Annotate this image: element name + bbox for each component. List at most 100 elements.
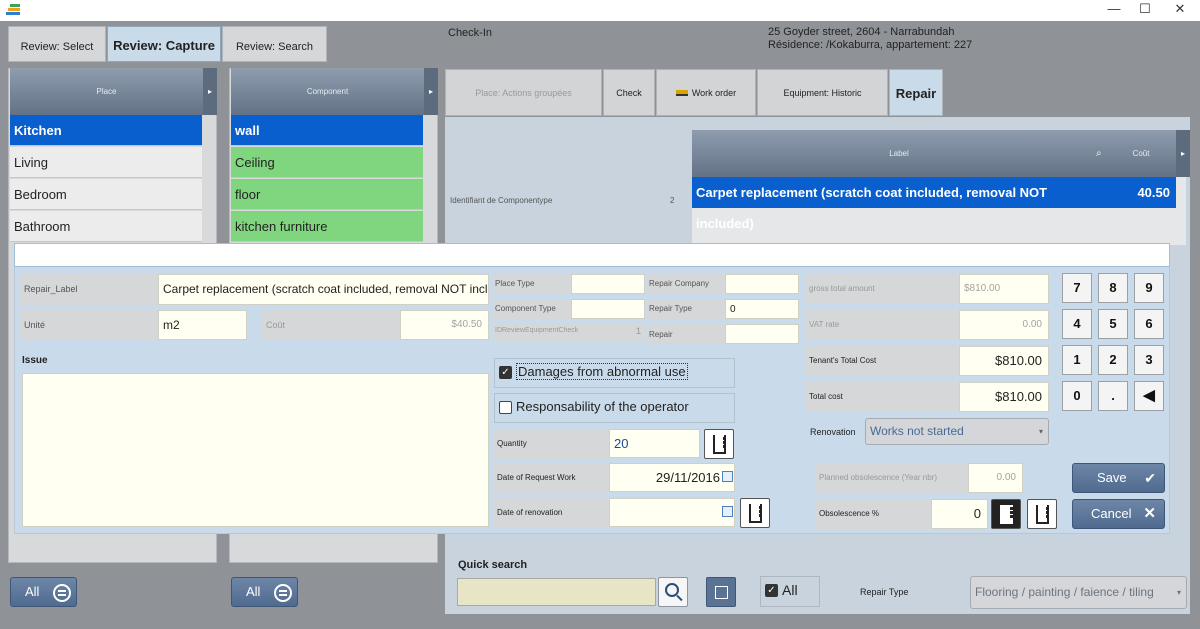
grid-row-cost[interactable]: 40.50 xyxy=(1106,177,1176,208)
unite-field[interactable]: m2 xyxy=(158,310,247,340)
repair-label-label: Repair_Label xyxy=(24,284,78,294)
planned-field: 0.00 xyxy=(968,463,1023,493)
obsolescence-cell: Obsolescence % xyxy=(816,499,931,529)
edit-button[interactable] xyxy=(706,577,736,607)
place-type-label: Place Type xyxy=(495,279,535,288)
cout-field: $40.50 xyxy=(400,310,489,340)
repair-company-cell: Repair Company xyxy=(647,274,725,294)
quantity-cell: Quantity xyxy=(494,429,609,459)
cout-cell: Coût xyxy=(262,310,400,340)
tab-review-search[interactable]: Review: Search xyxy=(222,26,327,62)
tab-work-order[interactable]: Work order xyxy=(656,69,756,116)
dialog-title-bar xyxy=(14,243,1170,267)
key-6[interactable]: 6 xyxy=(1134,309,1164,339)
cancel-button[interactable]: Cancel ✕ xyxy=(1072,499,1165,529)
issue-textarea[interactable] xyxy=(22,373,489,527)
obsolescence-alt-button[interactable] xyxy=(1027,499,1057,529)
place-item-living[interactable]: Living xyxy=(10,147,202,178)
repair-company-field[interactable] xyxy=(725,274,799,294)
place-type-cell: Place Type xyxy=(493,274,571,294)
key-5[interactable]: 5 xyxy=(1098,309,1128,339)
component-type-field[interactable] xyxy=(571,299,645,319)
chevron-down-icon: ▾ xyxy=(1038,427,1043,436)
save-label: Save xyxy=(1097,470,1127,485)
grid-search-icon[interactable]: ⌕ xyxy=(1096,148,1102,159)
obsolescence-label: Obsolescence % xyxy=(819,509,880,518)
all-checkbox-group[interactable]: ✓ All xyxy=(760,576,820,607)
calendar-icon[interactable] xyxy=(722,506,733,517)
quantity-field[interactable]: 20 xyxy=(609,429,700,458)
place-header[interactable]: Place xyxy=(10,68,203,115)
repair-label-field[interactable]: Carpet replacement (scratch coat include… xyxy=(158,274,489,305)
renovation-select[interactable]: Works not started ▾ xyxy=(865,418,1049,445)
date-request-field[interactable]: 29/11/2016 xyxy=(609,463,735,492)
total-field[interactable]: $810.00 xyxy=(959,382,1049,412)
component-item-floor[interactable]: floor xyxy=(231,179,423,210)
place-header-arrow-icon[interactable]: ▸ xyxy=(203,68,217,115)
damages-checkbox-row[interactable]: ✓ Damages from abnormal use xyxy=(494,358,735,388)
key-1[interactable]: 1 xyxy=(1062,345,1092,375)
close-icon: ✕ xyxy=(1143,505,1156,522)
obsolescence-field[interactable]: 0 xyxy=(931,499,988,529)
all-checkbox-label: All xyxy=(782,582,798,598)
key-2[interactable]: 2 xyxy=(1098,345,1128,375)
tab-place-actions[interactable]: Place: Actions groupées xyxy=(445,69,602,116)
maximize-button[interactable]: ☐ xyxy=(1125,0,1165,21)
tab-review-capture[interactable]: Review: Capture xyxy=(107,26,221,62)
key-7[interactable]: 7 xyxy=(1062,273,1092,303)
key-3[interactable]: 3 xyxy=(1134,345,1164,375)
key-dot[interactable]: . xyxy=(1098,381,1128,411)
date-renovation-field[interactable] xyxy=(609,498,735,527)
backspace-arrow-icon: ◀ xyxy=(1143,387,1155,404)
place-item-bathroom[interactable]: Bathroom xyxy=(10,211,202,242)
responsability-label: Responsability of the operator xyxy=(516,399,689,414)
key-0[interactable]: 0 xyxy=(1062,381,1092,411)
damages-checkbox[interactable]: ✓ xyxy=(499,366,512,379)
search-button[interactable] xyxy=(658,577,688,607)
backspace-key[interactable]: ◀ xyxy=(1134,381,1164,411)
gross-field: $810.00 xyxy=(959,274,1049,304)
tenant-field[interactable]: $810.00 xyxy=(959,346,1049,376)
component-type-id-label: Identifiant de Componentype xyxy=(450,196,553,205)
quantity-keypad-button[interactable] xyxy=(704,429,734,459)
close-button[interactable]: ✕ xyxy=(1160,0,1200,21)
all-checkbox[interactable]: ✓ xyxy=(765,584,778,597)
quick-search-input[interactable] xyxy=(457,578,656,606)
repair-field[interactable] xyxy=(725,324,799,344)
place-item-bedroom[interactable]: Bedroom xyxy=(10,179,202,210)
keypad-icon xyxy=(713,435,726,454)
grid-header-label[interactable]: Label xyxy=(692,130,1106,177)
grid-header-arrow-icon[interactable]: ▸ xyxy=(1176,130,1190,177)
calendar-icon[interactable] xyxy=(722,471,733,482)
key-9[interactable]: 9 xyxy=(1134,273,1164,303)
key-8[interactable]: 8 xyxy=(1098,273,1128,303)
component-all-button[interactable]: All xyxy=(231,577,298,607)
place-type-field[interactable] xyxy=(571,274,645,294)
component-header[interactable]: Component xyxy=(231,68,424,115)
component-item-wall[interactable]: wall xyxy=(231,115,423,146)
date-request-label: Date of Request Work xyxy=(497,473,576,482)
responsability-checkbox[interactable] xyxy=(499,401,512,414)
tab-review-select[interactable]: Review: Select xyxy=(8,26,106,62)
component-item-kitchen-furniture[interactable]: kitchen furniture xyxy=(231,211,423,242)
repair-label-cell: Repair_Label xyxy=(20,274,158,305)
tab-check[interactable]: Check xyxy=(603,69,655,116)
obsolescence-keypad-button[interactable] xyxy=(991,499,1021,529)
save-button[interactable]: Save ✔ xyxy=(1072,463,1165,493)
tab-repair[interactable]: Repair xyxy=(889,69,943,116)
grid-row-label[interactable]: Carpet replacement (scratch coat include… xyxy=(692,177,1106,231)
place-all-button[interactable]: All xyxy=(10,577,77,607)
key-4[interactable]: 4 xyxy=(1062,309,1092,339)
component-header-arrow-icon[interactable]: ▸ xyxy=(424,68,438,115)
date-renovation-keypad-button[interactable] xyxy=(740,498,770,528)
responsability-checkbox-row[interactable]: Responsability of the operator xyxy=(494,393,735,423)
tab-equipment-historic[interactable]: Equipment: Historic xyxy=(757,69,888,116)
filter-icon xyxy=(53,583,72,602)
planned-cell: Planned obsolescence (Year nbr) xyxy=(816,463,968,493)
gross-label: gross total amount xyxy=(809,284,875,293)
grid-header-cost[interactable]: Coût xyxy=(1106,130,1176,177)
component-item-ceiling[interactable]: Ceiling xyxy=(231,147,423,178)
repair-type-field[interactable]: 0 xyxy=(725,299,799,319)
repair-type-select[interactable]: Flooring / painting / faience / tiling ▾ xyxy=(970,576,1187,609)
place-item-kitchen[interactable]: Kitchen xyxy=(10,115,202,146)
